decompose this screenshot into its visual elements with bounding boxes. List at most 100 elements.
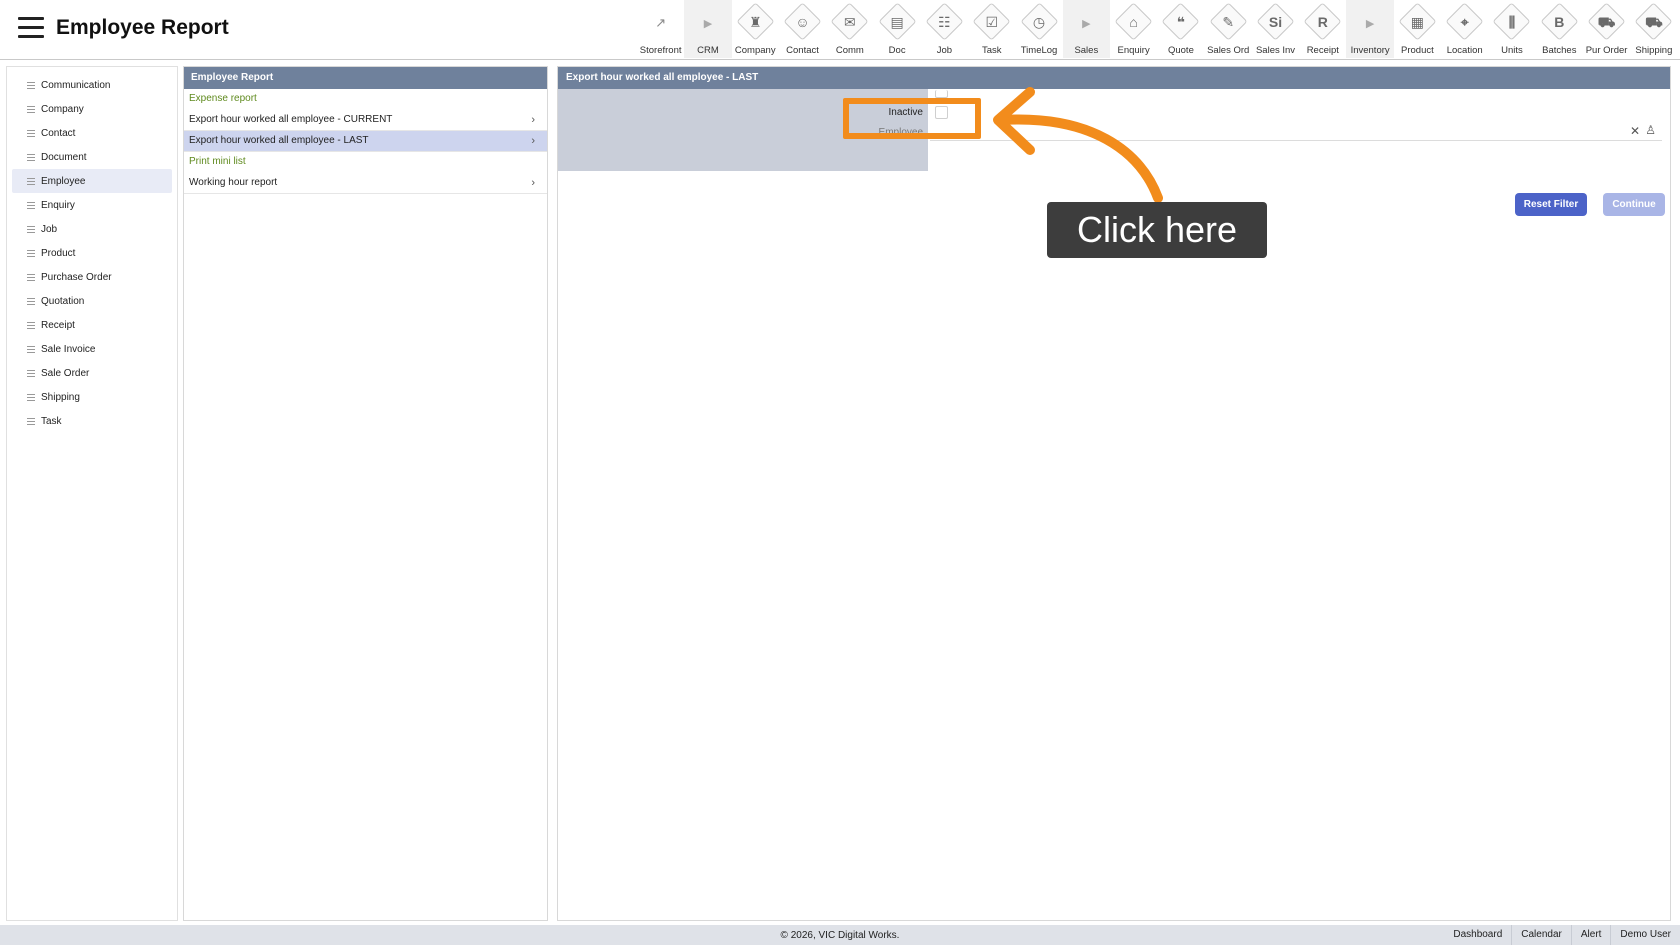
report-list-heading: Employee Report <box>184 67 547 89</box>
sidebar-item-communication[interactable]: Communication <box>12 73 172 97</box>
report-item-label: Export hour worked all employee - CURREN… <box>189 114 393 125</box>
sidebar-item-shipping[interactable]: Shipping <box>12 385 172 409</box>
toolbar-sales-ord[interactable]: ✎ Sales Ord <box>1205 0 1252 58</box>
toolbar-location[interactable]: ⌖ Location <box>1441 0 1488 58</box>
sidebar-item-label: Employee <box>41 175 86 187</box>
footer-link-alert[interactable]: Alert <box>1570 925 1611 945</box>
toolbar-inventory[interactable]: ▶ Inventory <box>1346 0 1394 58</box>
list-icon <box>27 249 35 257</box>
footer-links: Dashboard Calendar Alert Demo User <box>1444 925 1680 945</box>
list-icon <box>27 273 35 281</box>
sidebar: Communication Company Contact Document Emplo… <box>6 66 178 921</box>
sidebar-item-label: Contact <box>41 127 76 139</box>
sidebar-item-label: Job <box>41 223 58 235</box>
app-footer: © 2026, VIC Digital Works. Dashboard Cale… <box>0 925 1680 945</box>
sidebar-item-task[interactable]: Task <box>12 409 172 433</box>
toolbar-shipping[interactable]: ⛟ Shipping <box>1630 0 1677 58</box>
module-toolbar: ↗ Storefront ▶ CRM ♜ Company ☺ Contact ✉ Comm ▤ Doc… <box>637 0 1678 58</box>
enquiry-icon: ⌂ <box>1129 14 1138 30</box>
list-icon <box>27 153 35 161</box>
list-icon <box>27 105 35 113</box>
tutorial-arrow-icon <box>993 87 1163 203</box>
toolbar-storefront[interactable]: ↗ Storefront <box>637 0 684 58</box>
sidebar-item-document[interactable]: Document <box>12 145 172 169</box>
sidebar-item-label: Communication <box>41 79 111 91</box>
report-item[interactable]: Export hour worked all employee - CURREN… <box>184 110 547 131</box>
job-icon: ☷ <box>938 14 951 30</box>
continue-button[interactable]: Continue <box>1603 193 1665 216</box>
sidebar-item-enquiry[interactable]: Enquiry <box>12 193 172 217</box>
report-item-label: Export hour worked all employee - LAST <box>189 135 369 146</box>
toolbar-receipt[interactable]: R Receipt <box>1299 0 1346 58</box>
toolbar-enquiry[interactable]: ⌂ Enquiry <box>1110 0 1157 58</box>
report-list: Expense report Export hour worked all emp… <box>184 89 547 194</box>
sidebar-item-label: Quotation <box>41 295 85 307</box>
toolbar-job[interactable]: ☷ Job <box>921 0 968 58</box>
sidebar-item-purchase-order[interactable]: Purchase Order <box>12 265 172 289</box>
toolbar-units[interactable]: ⫼ Units <box>1488 0 1535 58</box>
batches-icon: B <box>1554 14 1565 30</box>
sidebar-item-contact[interactable]: Contact <box>12 121 172 145</box>
reset-filter-button[interactable]: Reset Filter <box>1515 193 1587 216</box>
report-item[interactable]: Print mini list <box>184 152 547 173</box>
footer-link-dashboard[interactable]: Dashboard <box>1444 925 1511 945</box>
report-item[interactable]: Expense report <box>184 89 547 110</box>
toolbar-company[interactable]: ♜ Company <box>732 0 779 58</box>
task-icon: ☑ <box>985 14 998 30</box>
list-icon <box>27 417 35 425</box>
sidebar-item-job[interactable]: Job <box>12 217 172 241</box>
sidebar-item-company[interactable]: Company <box>12 97 172 121</box>
external-link-icon: ↗ <box>655 15 667 30</box>
report-item-label: Working hour report <box>189 177 278 188</box>
sidebar-item-label: Shipping <box>41 391 80 403</box>
sidebar-item-receipt[interactable]: Receipt <box>12 313 172 337</box>
toolbar-timelog[interactable]: ◷ TimeLog <box>1015 0 1062 58</box>
toolbar-pur-order[interactable]: ⛟ Pur Order <box>1583 0 1630 58</box>
app-header: Employee Report ↗ Storefront ▶ CRM ♜ Company ☺… <box>0 0 1680 60</box>
toolbar-task[interactable]: ☑ Task <box>968 0 1015 58</box>
footer-link-calendar[interactable]: Calendar <box>1511 925 1571 945</box>
purchase-order-icon: ⛟ <box>1597 14 1616 30</box>
hamburger-menu-icon[interactable] <box>18 17 44 39</box>
list-icon <box>27 369 35 377</box>
toolbar-sales-inv[interactable]: Si Sales Inv <box>1252 0 1299 58</box>
sidebar-item-label: Purchase Order <box>41 271 112 283</box>
toolbar-product[interactable]: ▦ Product <box>1394 0 1441 58</box>
report-item[interactable]: Working hour report › <box>184 173 547 194</box>
sales-order-icon: ✎ <box>1222 14 1235 30</box>
report-item[interactable]: Export hour worked all employee - LAST › <box>184 131 547 152</box>
list-icon <box>27 345 35 353</box>
sidebar-item-label: Product <box>41 247 76 259</box>
toolbar-batches[interactable]: B Batches <box>1536 0 1583 58</box>
footer-link-demo-user[interactable]: Demo User <box>1610 925 1680 945</box>
sidebar-item-label: Sale Invoice <box>41 343 96 355</box>
receipt-icon: R <box>1317 14 1328 30</box>
report-list-panel: Employee Report Expense report Export hou… <box>183 66 548 921</box>
copyright-text: © 2026, VIC Digital Works. <box>780 930 900 941</box>
person-lookup-icon[interactable]: ♙ <box>1645 123 1656 137</box>
product-icon: ▦ <box>1410 14 1425 30</box>
toolbar-label: Shipping <box>1635 45 1673 56</box>
toolbar-doc[interactable]: ▤ Doc <box>873 0 920 58</box>
sidebar-item-product[interactable]: Product <box>12 241 172 265</box>
toolbar-comm[interactable]: ✉ Comm <box>826 0 873 58</box>
sidebar-item-employee[interactable]: Employee <box>12 169 172 193</box>
sidebar-item-label: Company <box>41 103 84 115</box>
location-icon: ⌖ <box>1460 14 1469 30</box>
sidebar-item-sale-order[interactable]: Sale Order <box>12 361 172 385</box>
toolbar-crm[interactable]: ▶ CRM <box>684 0 732 58</box>
sidebar-item-sale-invoice[interactable]: Sale Invoice <box>12 337 172 361</box>
report-item-label: Print mini list <box>189 156 246 167</box>
list-icon <box>27 297 35 305</box>
toolbar-contact[interactable]: ☺ Contact <box>779 0 826 58</box>
toolbar-sales[interactable]: ▶ Sales <box>1062 0 1110 58</box>
timelog-icon: ◷ <box>1032 14 1046 30</box>
sidebar-item-label: Receipt <box>41 319 75 331</box>
list-icon <box>27 321 35 329</box>
list-icon <box>27 225 35 233</box>
sidebar-item-quotation[interactable]: Quotation <box>12 289 172 313</box>
partial-checkbox[interactable] <box>935 90 948 98</box>
toolbar-quote[interactable]: ❝ Quote <box>1157 0 1204 58</box>
list-icon <box>27 201 35 209</box>
clear-icon[interactable]: ✕ <box>1630 124 1640 138</box>
